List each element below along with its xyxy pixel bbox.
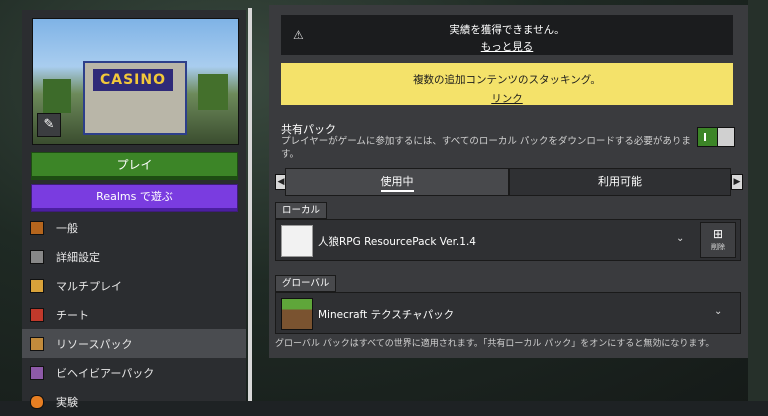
local-section-label: ローカル [275, 202, 328, 219]
delete-pack-button[interactable]: ⊞ 削除 [700, 222, 736, 258]
general-icon [30, 220, 44, 235]
global-pack-row[interactable]: Minecraft テクスチャパック ⌄ [275, 292, 741, 334]
realms-button[interactable]: Realms で遊ぶ [31, 184, 238, 212]
achievements-text: 実績を獲得できません。 [449, 24, 565, 36]
global-pack-note: グローバル パックはすべての世界に適用されます。「共有ローカル パック」をオンに… [275, 339, 715, 349]
experiments-icon [30, 394, 44, 409]
menu-item-label: 実験 [56, 395, 78, 409]
thumbnail-sign: CASINO [93, 69, 173, 91]
thumbnail-tree [198, 74, 228, 110]
behavior-pack-icon [30, 365, 44, 380]
edit-image-icon: ✎ [43, 117, 55, 132]
menu-item-behavior-packs[interactable]: ビヘイビアーパック [22, 358, 246, 387]
stacking-notice: 複数の追加コンテンツのスタッキング。 リンク [281, 63, 733, 105]
shared-pack-toggle[interactable] [697, 127, 735, 147]
tab-right-bumper-icon[interactable]: ▶ [731, 174, 743, 190]
local-pack-row[interactable]: 人狼RPG ResourcePack Ver.1.4 ⌄ ⊞ 削除 [275, 219, 741, 261]
advanced-settings-icon [30, 249, 44, 264]
world-settings-sidebar: CASINO ✎ プレイ Realms で遊ぶ 一般 詳細設定 マルチプレイ チ… [22, 10, 246, 409]
menu-item-label: チート [56, 308, 89, 322]
tab-available[interactable]: 利用可能 [509, 168, 731, 196]
delete-label: 削除 [711, 243, 725, 251]
toggle-on-indicator [704, 133, 706, 141]
achievement-disabled-icon: ⚠ [293, 28, 304, 42]
global-section-label: グローバル [275, 275, 337, 292]
background-edge [748, 0, 768, 401]
menu-item-multiplayer[interactable]: マルチプレイ [22, 271, 246, 300]
local-pack-name: 人狼RPG ResourcePack Ver.1.4 [318, 236, 476, 248]
pack-icon [281, 225, 313, 257]
chevron-down-icon[interactable]: ⌄ [714, 306, 722, 317]
delete-icon: ⊞ [712, 227, 724, 241]
menu-item-experiments[interactable]: 実験 [22, 387, 246, 416]
learn-more-link[interactable]: もっと見る [281, 39, 733, 54]
menu-item-resource-packs[interactable]: リソースパック [22, 329, 246, 358]
grass-block-icon [281, 298, 313, 330]
edit-thumbnail-button[interactable]: ✎ [37, 113, 61, 137]
thumbnail-tree [43, 79, 71, 113]
stacking-link[interactable]: リンク [281, 91, 733, 106]
achievements-notice: ⚠ 実績を獲得できません。 もっと見る [281, 15, 733, 55]
play-button[interactable]: プレイ [31, 152, 238, 180]
sidebar-scrollbar[interactable] [248, 8, 252, 401]
menu-item-advanced[interactable]: 詳細設定 [22, 242, 246, 271]
multiplayer-icon [30, 278, 44, 293]
global-pack-name: Minecraft テクスチャパック [318, 309, 455, 321]
settings-menu: 一般 詳細設定 マルチプレイ チート リソースパック ビヘイビアーパック 実験 [22, 213, 246, 416]
resource-pack-icon [30, 336, 44, 351]
menu-item-label: 詳細設定 [56, 250, 100, 264]
menu-item-label: マルチプレイ [56, 279, 122, 293]
stacking-text: 複数の追加コンテンツのスタッキング。 [413, 74, 601, 86]
chevron-down-icon[interactable]: ⌄ [676, 233, 684, 244]
menu-item-label: ビヘイビアーパック [56, 366, 155, 380]
cheats-icon [30, 307, 44, 322]
tab-active-label: 使用中 [380, 175, 414, 192]
menu-item-general[interactable]: 一般 [22, 213, 246, 242]
world-thumbnail: CASINO ✎ [32, 18, 239, 145]
resource-packs-panel: ⚠ 実績を獲得できません。 もっと見る 複数の追加コンテンツのスタッキング。 リ… [269, 5, 748, 358]
menu-item-label: 一般 [56, 221, 78, 235]
tab-available-label: 利用可能 [598, 175, 642, 188]
tab-active[interactable]: 使用中 [285, 168, 509, 196]
menu-item-cheats[interactable]: チート [22, 300, 246, 329]
pack-tabs: ◀ 使用中 利用可能 ▶ [275, 168, 743, 196]
toggle-knob [717, 128, 734, 146]
shared-pack-description: プレイヤーがゲームに参加するには、すべてのローカル パックをダウンロードする必要… [281, 136, 691, 160]
menu-item-label: リソースパック [56, 337, 133, 351]
